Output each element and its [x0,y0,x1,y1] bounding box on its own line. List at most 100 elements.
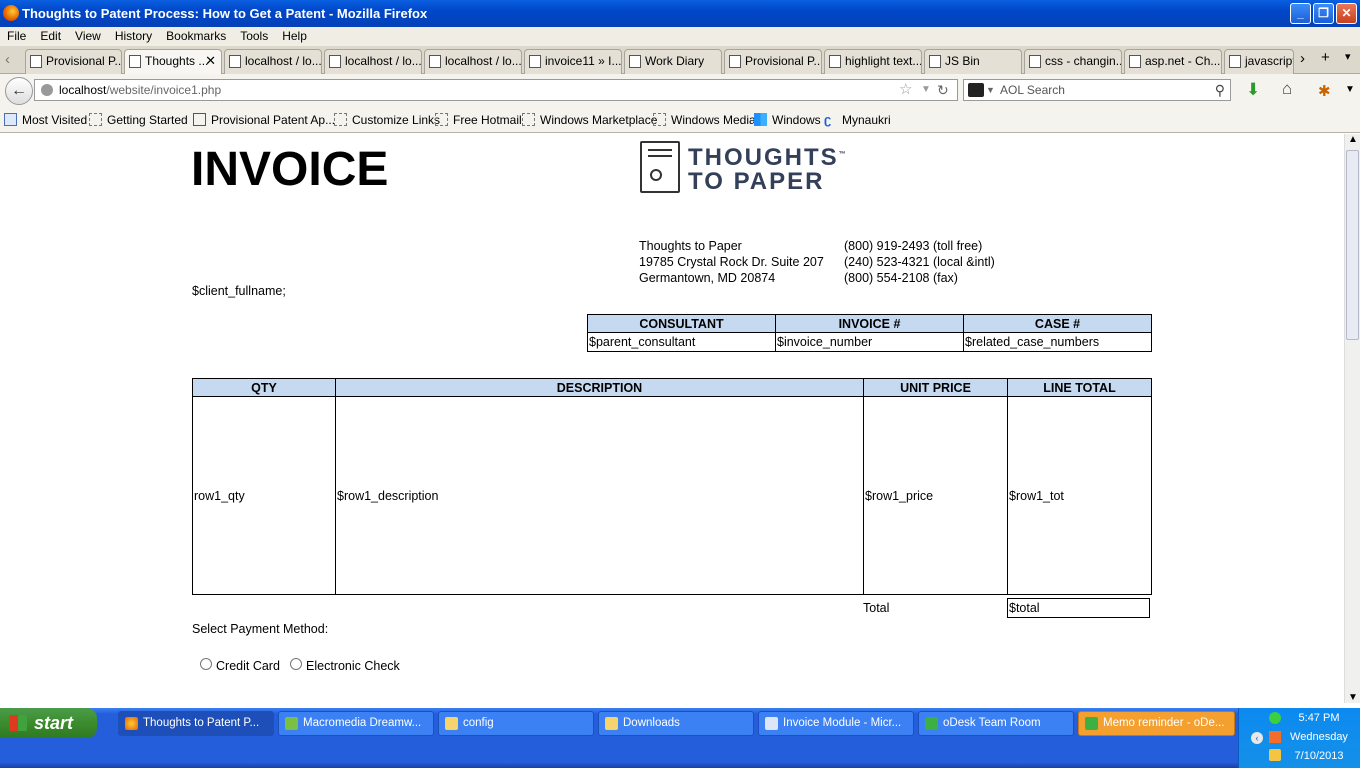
list-tabs-icon[interactable]: ▾ [1345,50,1351,63]
toolbar-menu-icon[interactable]: ▼ [1345,84,1355,95]
search-input[interactable]: ▼ AOL Search ⚲ [963,79,1231,101]
bookmark-star-icon[interactable]: ☆ [899,80,912,100]
credit-card-label[interactable]: Credit Card [216,659,280,673]
back-button[interactable]: ← [5,77,33,105]
bookmark-mynaukri[interactable]: ʗ Mynaukri [824,113,891,127]
clock-date[interactable]: 7/10/2013 [1277,750,1360,762]
odesk-icon [925,717,938,730]
bookmark-windows-media[interactable]: Windows Media [653,113,756,127]
scroll-down-icon[interactable]: ▼ [1348,692,1358,703]
tab[interactable]: asp.net - Ch... [1124,49,1222,74]
bookmark-customize-links[interactable]: Customize Links [334,113,440,127]
tab[interactable]: invoice11 » I... [524,49,622,74]
window-title-bar[interactable]: Thoughts to Patent Process: How to Get a… [0,0,1360,27]
tray-expand-icon[interactable]: ‹ [1251,732,1263,744]
tab-close-icon[interactable]: ✕ [205,50,216,72]
company-logo: THOUGHTS™ TO PAPER [638,139,878,197]
new-tab-icon[interactable]: + [1321,49,1330,66]
search-placeholder: AOL Search [1000,83,1065,97]
home-icon[interactable]: ⌂ [1282,79,1292,99]
total-label: Total [863,601,890,615]
windows-flag-icon [9,715,27,731]
consultant-value: $parent_consultant [587,332,776,352]
taskbar-item-config[interactable]: config [438,711,594,736]
menu-history[interactable]: History [108,27,159,45]
page-icon [30,55,42,68]
menu-file[interactable]: File [0,27,33,45]
vertical-scrollbar[interactable]: ▲ ▼ [1344,134,1360,703]
history-dropdown-icon[interactable]: ▼ [921,80,931,100]
reload-icon[interactable]: ↻ [937,80,949,100]
taskbar-item-firefox[interactable]: Thoughts to Patent P... [118,711,274,736]
firefox-icon [3,5,19,21]
tab[interactable]: localhost / lo... [324,49,422,74]
download-icon[interactable]: ⬇ [1246,80,1260,100]
tab[interactable]: javascript [1224,49,1294,74]
bookmark-windows-marketplace[interactable]: Windows Marketplace [522,113,657,127]
tab[interactable]: Work Diary [624,49,722,74]
menu-edit[interactable]: Edit [33,27,68,45]
line-items-table: QTY DESCRIPTION UNIT PRICE LINE TOTAL ro… [192,378,1152,595]
tab[interactable]: localhost / lo... [224,49,322,74]
search-engine-dropdown-icon[interactable]: ▼ [986,80,995,100]
scrollbar-thumb[interactable] [1346,150,1359,340]
invoice-heading: INVOICE [191,143,389,196]
bookmark-getting-started[interactable]: Getting Started [89,113,188,127]
bookmark-icon [653,113,666,126]
tab[interactable]: JS Bin [924,49,1022,74]
restore-button[interactable]: ❐ [1313,3,1334,24]
company-address: Thoughts to Paper 19785 Crystal Rock Dr.… [639,239,824,285]
taskbar-item-memo[interactable]: Memo reminder - oDe... [1078,711,1235,736]
taskbar-item-word[interactable]: Invoice Module - Micr... [758,711,914,736]
electronic-check-radio[interactable] [290,658,302,670]
row1-qty: row1_qty [192,396,336,595]
taskbar-item-dreamweaver[interactable]: Macromedia Dreamw... [278,711,434,736]
menu-bookmarks[interactable]: Bookmarks [159,27,233,45]
addon-icon[interactable]: ✱ [1318,82,1331,100]
url-bar[interactable]: localhost/website/invoice1.php ☆ ▼ ↻ [34,79,958,101]
bookmarks-toolbar: Most Visited Getting Started Provisional… [0,107,1360,133]
bookmark-icon [435,113,448,126]
unit-price-header: UNIT PRICE [863,378,1008,397]
row1-total: $row1_tot [1007,396,1152,595]
client-name: $client_fullname; [192,284,286,298]
bookmark-free-hotmail[interactable]: Free Hotmail [435,113,522,127]
folder-icon [605,717,618,730]
magnifier-icon[interactable]: ⚲ [1215,80,1225,100]
logo-text: THOUGHTS™ TO PAPER [688,144,846,195]
credit-card-radio[interactable] [200,658,212,670]
taskbar-item-odesk[interactable]: oDesk Team Room [918,711,1074,736]
aol-search-icon[interactable] [968,83,984,97]
scroll-up-icon[interactable]: ▲ [1348,134,1358,145]
tab-scroll-right-icon[interactable]: › [1300,50,1305,67]
site-identity-icon[interactable] [41,84,53,96]
menu-view[interactable]: View [68,27,108,45]
start-button[interactable]: start [0,708,97,738]
tab[interactable]: css - changin... [1024,49,1122,74]
page-icon [193,113,206,126]
electronic-check-label[interactable]: Electronic Check [306,659,400,673]
close-button[interactable]: ✕ [1336,3,1357,24]
payment-method-label: Select Payment Method: [192,622,329,636]
bookmark-provisional-patent[interactable]: Provisional Patent Ap... [193,113,335,127]
qty-header: QTY [192,378,336,397]
tab[interactable]: highlight text... [824,49,922,74]
menu-tools[interactable]: Tools [233,27,275,45]
stackoverflow-icon [1129,55,1141,68]
invoice-number-header: INVOICE # [775,314,964,333]
taskbar-item-downloads[interactable]: Downloads [598,711,754,736]
tab-scroll-left-icon[interactable]: ‹ [5,51,10,68]
clock-day[interactable]: Wednesday [1277,731,1360,743]
mynaukri-icon: ʗ [824,112,832,127]
navigation-bar: ← localhost/website/invoice1.php ☆ ▼ ↻ ▼… [0,74,1360,107]
minimize-button[interactable]: _ [1290,3,1311,24]
tab[interactable]: Provisional P... [25,49,122,74]
bookmark-windows[interactable]: Windows [754,113,821,127]
bookmark-most-visited[interactable]: Most Visited [4,113,87,127]
menu-help[interactable]: Help [275,27,314,45]
tab[interactable]: Provisional P... [724,49,822,74]
clock-time[interactable]: 5:47 PM [1277,712,1360,724]
tab-strip: ‹ Provisional P... Thoughts ... ✕ localho… [0,46,1360,75]
tab[interactable]: localhost / lo... [424,49,522,74]
tab-active[interactable]: Thoughts ... ✕ [124,49,222,75]
